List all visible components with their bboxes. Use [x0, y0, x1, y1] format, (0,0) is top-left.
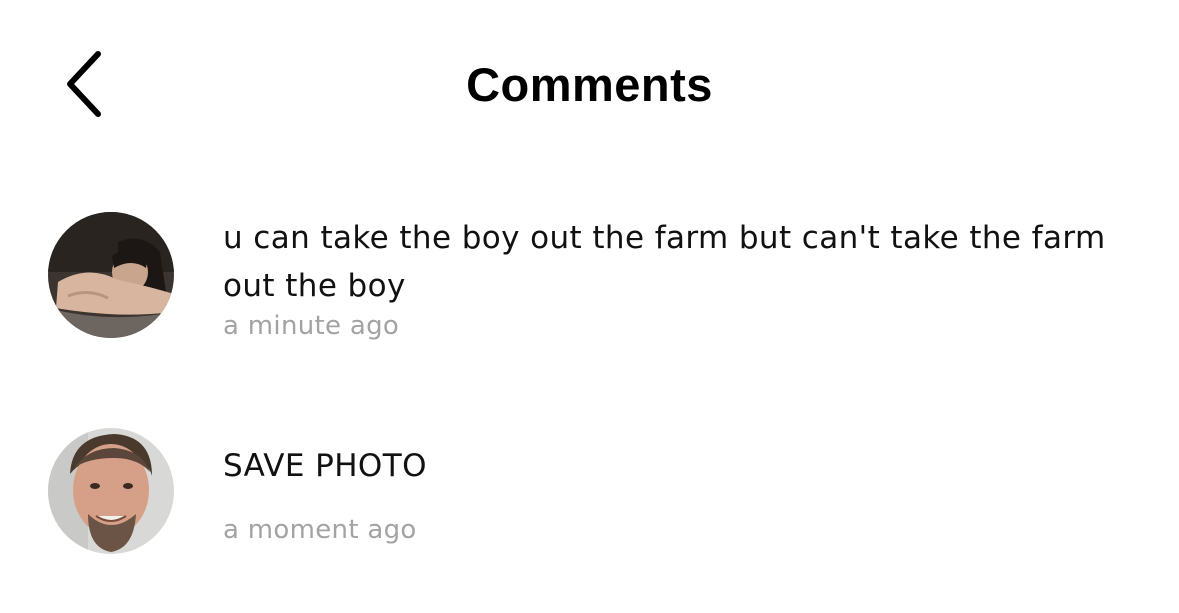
comments-screen: Comments u can take the boy out the farm…	[0, 0, 1179, 613]
avatar-photo	[48, 212, 174, 338]
comment-item: SAVE PHOTO a moment ago	[0, 428, 1179, 558]
comment-timestamp: a moment ago	[223, 515, 417, 545]
page-title: Comments	[466, 58, 713, 111]
header: Comments	[0, 0, 1179, 170]
avatar[interactable]	[48, 428, 174, 554]
comment-body: SAVE PHOTO a moment ago	[223, 428, 1123, 550]
avatar[interactable]	[48, 212, 174, 338]
comment-timestamp: a minute ago	[223, 311, 400, 341]
avatar-photo	[48, 428, 174, 554]
comment-text: u can take the boy out the farm but can'…	[223, 220, 1106, 304]
comment-item: u can take the boy out the farm but can'…	[0, 212, 1179, 352]
comment-text: SAVE PHOTO	[223, 448, 427, 484]
comment-body: u can take the boy out the farm but can'…	[223, 212, 1123, 346]
